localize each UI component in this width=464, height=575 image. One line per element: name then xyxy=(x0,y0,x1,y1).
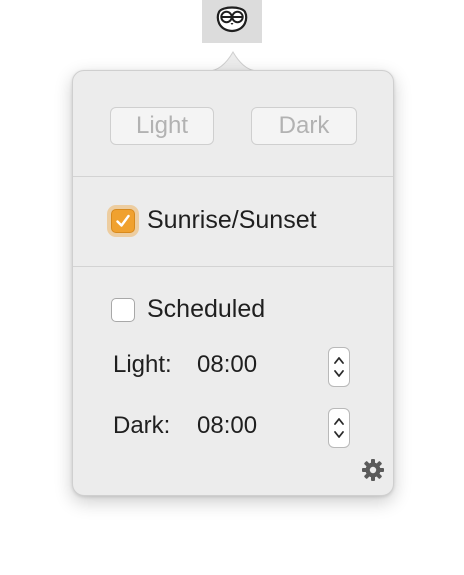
scheduled-option[interactable]: Scheduled xyxy=(111,295,265,324)
dark-time-row: Dark: 08:00 xyxy=(113,412,257,440)
dark-time-label: Dark: xyxy=(113,412,171,439)
appearance-popover: Light Dark Sunrise/Sunset Scheduled Ligh… xyxy=(72,70,394,496)
stepper-arrows-icon xyxy=(334,357,344,377)
divider xyxy=(73,266,393,267)
dark-time-stepper[interactable] xyxy=(328,408,350,448)
checkmark-icon xyxy=(116,214,130,227)
sunrise-sunset-checkbox[interactable] xyxy=(111,208,135,233)
sunrise-sunset-option[interactable]: Sunrise/Sunset xyxy=(111,206,317,235)
light-time-stepper[interactable] xyxy=(328,347,350,387)
scheduled-checkbox[interactable] xyxy=(111,297,135,322)
light-time-label: Light: xyxy=(113,351,172,378)
dark-time-field[interactable]: 08:00 xyxy=(197,412,257,440)
stepper-arrows-icon xyxy=(334,418,344,438)
dark-mode-button[interactable]: Dark xyxy=(251,107,357,145)
light-mode-button[interactable]: Light xyxy=(110,107,214,145)
divider xyxy=(73,176,393,177)
menubar-owl-button[interactable] xyxy=(202,0,262,43)
owl-icon xyxy=(216,4,248,39)
light-time-field[interactable]: 08:00 xyxy=(197,351,257,379)
gear-icon[interactable] xyxy=(361,458,385,482)
scheduled-label: Scheduled xyxy=(147,295,266,323)
light-time-row: Light: 08:00 xyxy=(113,351,257,379)
sunrise-sunset-label: Sunrise/Sunset xyxy=(147,206,317,234)
